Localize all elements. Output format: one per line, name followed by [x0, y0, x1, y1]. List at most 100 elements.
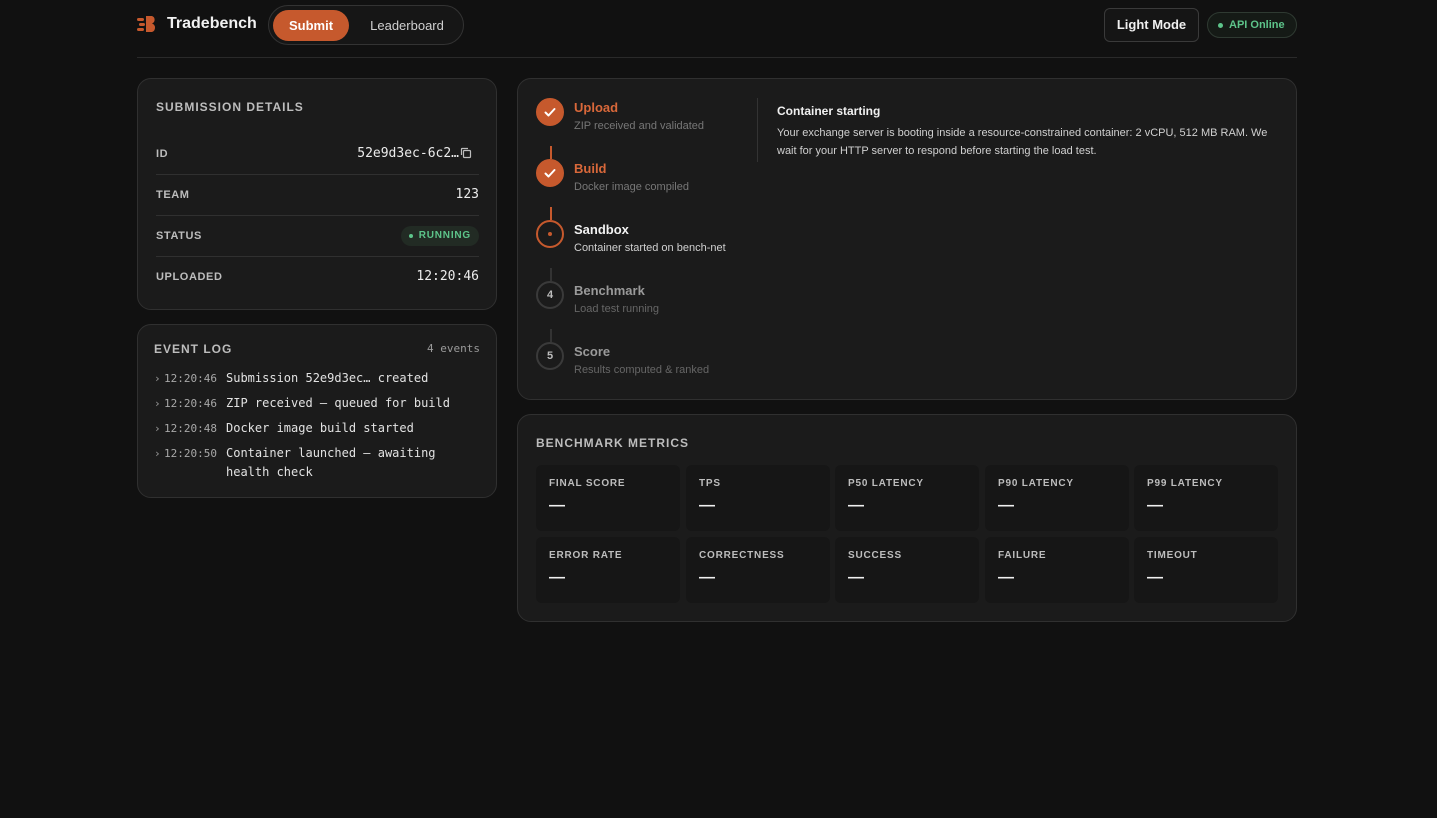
- status-dot-icon: [1218, 23, 1223, 28]
- event-count: 4 events: [427, 342, 480, 355]
- event-log-card: EVENT LOG 4 events › 12:20:46 Submission…: [137, 324, 497, 498]
- event-time: 12:20:50: [164, 447, 217, 460]
- chevron-right-icon: ›: [154, 397, 161, 410]
- brand[interactable]: Tradebench: [137, 15, 257, 33]
- metric-value: —: [549, 497, 565, 514]
- step-title: Benchmark: [574, 283, 645, 298]
- benchmark-metrics-card: BENCHMARK METRICS FINAL SCORE — TPS — P5…: [517, 414, 1297, 622]
- pipeline-step-benchmark: 4 Benchmark Load test running: [536, 280, 756, 330]
- metric-value: —: [998, 569, 1014, 586]
- brand-name: Tradebench: [167, 15, 257, 32]
- metric-value: —: [1147, 497, 1163, 514]
- brand-logo-icon: [137, 16, 156, 32]
- metric-value: —: [848, 569, 864, 586]
- pipeline-card: Upload ZIP received and validated Build …: [517, 78, 1297, 400]
- metric-value: —: [699, 497, 715, 514]
- step-title: Score: [574, 344, 611, 359]
- event-time: 12:20:46: [164, 372, 217, 385]
- metric-label: P99 LATENCY: [1147, 478, 1223, 489]
- chevron-right-icon: ›: [154, 447, 161, 460]
- step-subtitle: Docker image compiled: [574, 181, 689, 193]
- benchmark-metrics-title: BENCHMARK METRICS: [536, 436, 689, 450]
- stage-info-body: Your exchange server is booting inside a…: [777, 127, 1268, 157]
- metric-label: FINAL SCORE: [549, 478, 626, 489]
- event-message: Docker image build started: [226, 421, 414, 435]
- chevron-right-icon: ›: [154, 372, 161, 385]
- metric-label: TPS: [699, 478, 721, 489]
- detail-row-team: TEAM 123: [156, 175, 479, 216]
- metric-label: CORRECTNESS: [699, 550, 785, 561]
- submission-details-title: SUBMISSION DETAILS: [156, 100, 304, 114]
- event-message: Submission 52e9d3ec… created: [226, 371, 429, 385]
- submission-details-card: SUBMISSION DETAILS ID 52e9d3ec-6c2… TEAM…: [137, 78, 497, 310]
- metric-value: —: [848, 497, 864, 514]
- nav-submit-tab[interactable]: Submit: [273, 10, 349, 41]
- pipeline-step-score: 5 Score Results computed & ranked: [536, 341, 756, 391]
- event-message: Container launched — awaiting health che…: [226, 446, 436, 479]
- metric-correctness: CORRECTNESS —: [686, 537, 830, 603]
- metric-p50-latency: P50 LATENCY —: [835, 465, 979, 531]
- metric-final-score: FINAL SCORE —: [536, 465, 680, 531]
- detail-label: STATUS: [156, 230, 202, 242]
- chevron-right-icon: ›: [154, 422, 161, 435]
- detail-label: UPLOADED: [156, 271, 223, 283]
- step-title: Sandbox: [574, 222, 629, 237]
- event-log-title: EVENT LOG: [154, 342, 233, 356]
- metric-p90-latency: P90 LATENCY —: [985, 465, 1129, 531]
- step-circle: [536, 159, 564, 187]
- check-icon: [544, 108, 556, 117]
- pipeline-step-upload: Upload ZIP received and validated: [536, 97, 756, 147]
- metric-value: —: [549, 569, 565, 586]
- top-header: Tradebench Submit Leaderboard Light Mode…: [137, 0, 1297, 58]
- copy-icon[interactable]: [460, 147, 472, 159]
- metric-failure: FAILURE —: [985, 537, 1129, 603]
- metric-label: TIMEOUT: [1147, 550, 1198, 561]
- status-badge-label: RUNNING: [418, 230, 471, 241]
- metric-label: FAILURE: [998, 550, 1047, 561]
- event-message: ZIP received — queued for build: [226, 396, 450, 410]
- event-time: 12:20:46: [164, 397, 217, 410]
- metric-error-rate: ERROR RATE —: [536, 537, 680, 603]
- submission-id-value: 52e9d3ec-6c2…: [357, 146, 459, 161]
- detail-label: ID: [156, 148, 169, 160]
- metric-value: —: [998, 497, 1014, 514]
- active-dot-icon: [548, 232, 552, 236]
- step-subtitle: Results computed & ranked: [574, 364, 710, 376]
- metric-label: P50 LATENCY: [848, 478, 924, 489]
- metric-timeout: TIMEOUT —: [1134, 537, 1278, 603]
- metric-value: —: [1147, 569, 1163, 586]
- detail-row-id: ID 52e9d3ec-6c2…: [156, 134, 479, 175]
- check-icon: [544, 169, 556, 178]
- status-dot-icon: [408, 234, 413, 238]
- uploaded-value: 12:20:46: [416, 269, 479, 284]
- detail-label: TEAM: [156, 189, 190, 201]
- stage-info-title: Container starting: [777, 104, 881, 118]
- team-value: 123: [455, 187, 479, 202]
- step-number: 4: [536, 281, 564, 309]
- step-circle: [536, 98, 564, 126]
- nav-leaderboard-tab[interactable]: Leaderboard: [357, 10, 457, 41]
- step-circle-active: [536, 220, 564, 248]
- detail-row-status: STATUS RUNNING: [156, 216, 479, 257]
- metric-tps: TPS —: [686, 465, 830, 531]
- metric-success: SUCCESS —: [835, 537, 979, 603]
- metric-label: P90 LATENCY: [998, 478, 1074, 489]
- metric-label: ERROR RATE: [549, 550, 623, 561]
- step-title: Build: [574, 161, 607, 176]
- api-status-badge: API Online: [1207, 12, 1297, 38]
- metric-p99-latency: P99 LATENCY —: [1134, 465, 1278, 531]
- metric-value: —: [699, 569, 715, 586]
- step-title: Upload: [574, 100, 619, 115]
- pipeline-step-sandbox: Sandbox Container started on bench-net: [536, 219, 756, 269]
- step-number: 5: [536, 342, 564, 370]
- light-mode-button[interactable]: Light Mode: [1104, 8, 1199, 42]
- step-subtitle: ZIP received and validated: [574, 120, 705, 132]
- pipeline-step-build: Build Docker image compiled: [536, 158, 756, 208]
- api-status-label: API Online: [1229, 19, 1285, 31]
- detail-row-uploaded: UPLOADED 12:20:46: [156, 257, 479, 298]
- step-subtitle: Load test running: [574, 303, 660, 315]
- status-badge: RUNNING: [400, 226, 479, 246]
- metric-label: SUCCESS: [848, 550, 902, 561]
- event-time: 12:20:48: [164, 422, 217, 435]
- pipeline-divider: [757, 98, 758, 162]
